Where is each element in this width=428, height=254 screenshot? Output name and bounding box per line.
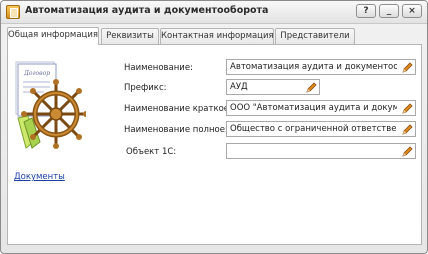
full-name-field[interactable]: Общество с ограниченной ответственностью [226,121,416,137]
edit-pencil-icon[interactable] [401,62,413,74]
short-name-field[interactable]: ООО "Автоматизация аудита и документообо… [226,100,416,116]
title-bar[interactable]: Автоматизация аудита и документооборота … [1,1,427,24]
object-1c-label: Объект 1С: [126,147,177,157]
document-label: Договор [23,70,50,77]
edit-pencil-icon[interactable] [305,82,317,94]
short-name-value: ООО "Автоматизация аудита и документообо… [230,103,397,113]
general-info-panel: Договор Наименование: Автоматизация ауди… [7,44,422,245]
window-title: Автоматизация аудита и документооборота [25,5,269,16]
tab-contact-info[interactable]: Контактная информация [160,28,274,44]
documents-link[interactable]: Документы [14,172,65,182]
name-label: Наименование: [124,63,193,73]
edit-pencil-icon[interactable] [401,103,413,115]
prefix-field[interactable]: АУД [226,79,320,95]
main-window: Автоматизация аудита и документооборота … [0,0,428,254]
object-1c-field[interactable] [226,143,416,159]
tab-requisites[interactable]: Реквизиты [101,28,159,44]
ship-wheel-document-icon: Договор [15,61,86,149]
prefix-label: Префикс: [124,83,167,93]
edit-pencil-icon[interactable] [401,146,413,158]
prefix-value: АУД [230,82,248,92]
full-name-label: Наименование полное: [124,125,228,135]
app-icon [6,5,20,19]
tab-representatives[interactable]: Представители [275,28,355,44]
short-name-label: Наименование краткое: [124,104,232,114]
name-field[interactable]: Автоматизация аудита и документооборота [226,59,416,75]
help-button[interactable]: ? [356,4,376,18]
close-button[interactable]: × [402,4,422,18]
full-name-value: Общество с ограниченной ответственностью [230,124,397,134]
tab-general-info[interactable]: Общая информация [7,27,99,45]
name-value: Автоматизация аудита и документооборота [230,62,397,72]
edit-pencil-icon[interactable] [401,124,413,136]
minimize-button[interactable]: _ [379,4,399,18]
